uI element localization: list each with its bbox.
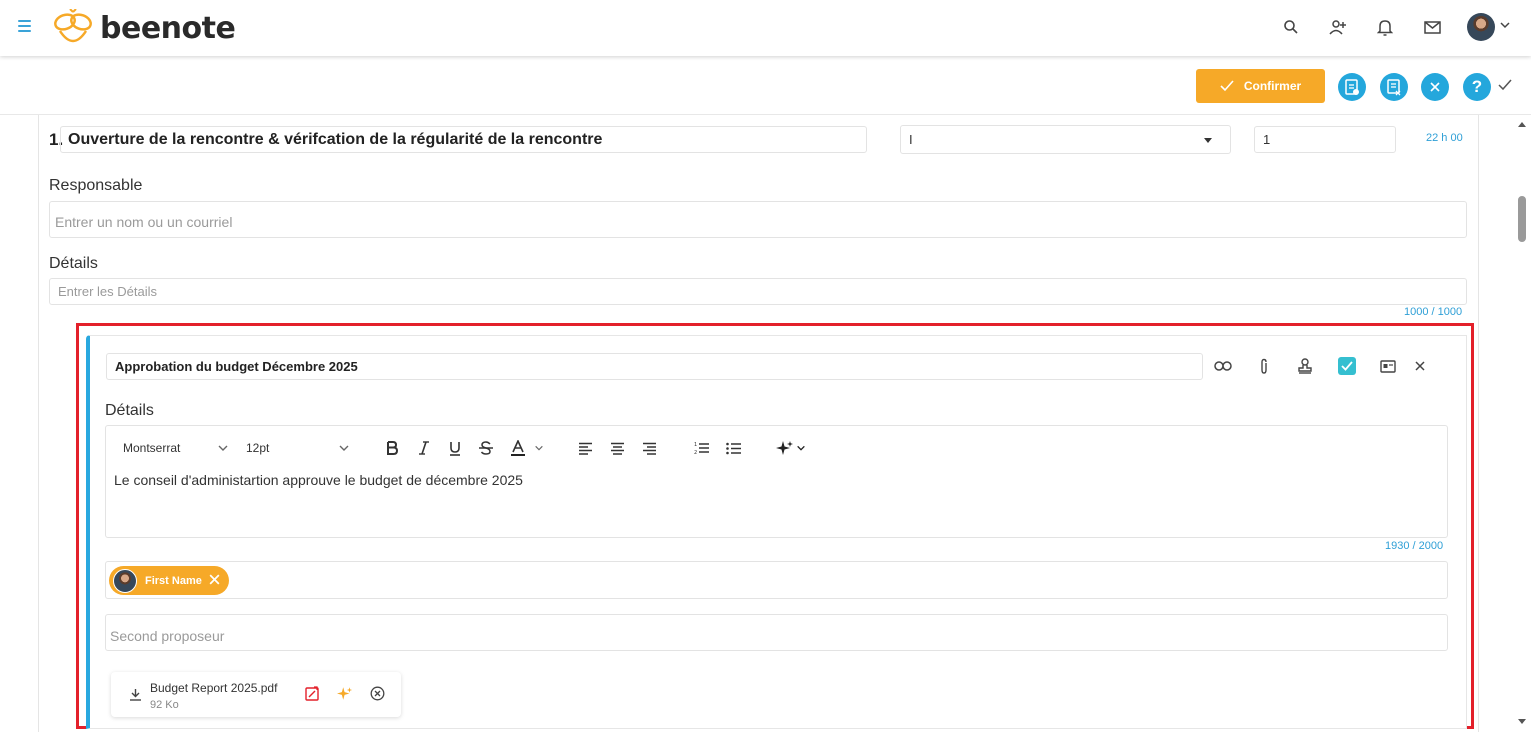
font-size-select[interactable]: 12pt	[246, 438, 352, 458]
chevron-down-icon	[535, 445, 543, 451]
font-family-value: Montserrat	[123, 441, 181, 455]
responsable-label: Responsable	[49, 177, 143, 194]
ai-sparkle-icon[interactable]	[337, 685, 353, 701]
logo-text: beenote	[100, 10, 236, 46]
bell-icon[interactable]	[1372, 14, 1398, 40]
font-family-select[interactable]: Montserrat	[123, 438, 231, 458]
align-center-icon[interactable]	[610, 438, 625, 458]
details-counter: 1000 / 1000	[1404, 306, 1463, 318]
close-button[interactable]	[1421, 73, 1449, 101]
annotate-document-icon[interactable]	[304, 685, 320, 701]
close-icon[interactable]	[1410, 356, 1430, 376]
details-input[interactable]: Entrer les Détails	[49, 278, 1467, 305]
editor-counter: 1930 / 2000	[1385, 540, 1444, 552]
font-size-value: 12pt	[246, 441, 270, 455]
attachment-name[interactable]: Budget Report 2025.pdf	[150, 681, 277, 695]
download-icon[interactable]	[127, 686, 143, 702]
proposer-input[interactable]	[105, 561, 1448, 599]
logo[interactable]: beenote	[50, 8, 236, 48]
bee-logo-icon	[54, 9, 92, 43]
scrollbar-thumb[interactable]	[1518, 196, 1526, 242]
resolution-title-input[interactable]: Approbation du budget Décembre 2025	[106, 353, 1203, 380]
stamp-icon[interactable]	[1295, 356, 1315, 376]
paperclip-icon[interactable]	[1254, 356, 1274, 376]
avatar[interactable]	[1467, 13, 1495, 41]
text-color-icon[interactable]	[510, 438, 544, 458]
chevron-down-icon[interactable]	[1499, 19, 1511, 31]
clipboard-button[interactable]	[1338, 73, 1366, 101]
add-user-icon[interactable]	[1325, 14, 1351, 40]
numbered-list-icon[interactable]: 12	[694, 438, 709, 458]
chevron-down-icon	[339, 445, 349, 451]
document-close-button[interactable]	[1380, 73, 1408, 101]
remove-attachment-icon[interactable]	[369, 685, 385, 701]
align-right-icon[interactable]	[642, 438, 657, 458]
item-type-select[interactable]: I	[900, 125, 1231, 154]
align-left-icon[interactable]	[578, 438, 593, 458]
check-icon[interactable]	[1498, 79, 1512, 91]
underline-icon[interactable]	[449, 438, 461, 458]
strikethrough-icon[interactable]	[479, 438, 493, 458]
document-close-icon	[1387, 79, 1401, 96]
chevron-down-icon	[218, 445, 228, 451]
svg-text:1: 1	[694, 442, 697, 448]
clipboard-icon	[1345, 79, 1359, 95]
confirm-button[interactable]: Confirmer	[1196, 69, 1325, 103]
help-button[interactable]: ?	[1463, 73, 1491, 101]
search-icon[interactable]	[1278, 14, 1304, 40]
resolution-details-label: Détails	[105, 402, 154, 419]
action-bar: Confirmer ?	[0, 57, 1531, 115]
link-icon[interactable]	[1213, 356, 1233, 376]
chevron-down-icon	[797, 445, 805, 451]
bold-icon[interactable]	[386, 438, 398, 458]
bullet-list-icon[interactable]	[726, 438, 741, 458]
avatar	[113, 568, 137, 593]
mail-icon[interactable]	[1419, 14, 1445, 40]
checkbox-checked-icon[interactable]	[1337, 356, 1357, 376]
remove-chip-icon[interactable]	[208, 573, 221, 586]
top-navigation-bar: beenote	[0, 0, 1531, 56]
item-time: 22 h 00	[1426, 132, 1463, 144]
check-icon	[1220, 80, 1234, 92]
responsable-input[interactable]: Entrer un nom ou un courriel	[49, 201, 1467, 238]
item-number-input[interactable]: 1	[1254, 126, 1396, 153]
menu-icon[interactable]	[18, 17, 38, 37]
second-proposer-input[interactable]: Second proposeur	[105, 614, 1448, 651]
ai-sparkle-icon[interactable]	[776, 438, 806, 458]
proposer-name: First Name	[145, 574, 202, 587]
svg-text:2: 2	[694, 450, 697, 455]
close-icon	[1430, 82, 1440, 92]
caret-down-icon[interactable]	[1204, 138, 1212, 143]
editor-content[interactable]: Le conseil d'administartion approuve le …	[114, 472, 523, 488]
italic-icon[interactable]	[419, 438, 429, 458]
attachment-size: 92 Ko	[150, 699, 179, 711]
scroll-down-icon[interactable]	[1517, 718, 1527, 726]
id-card-icon[interactable]	[1378, 356, 1398, 376]
confirm-label: Confirmer	[1243, 79, 1302, 93]
scroll-up-icon[interactable]	[1517, 120, 1527, 128]
help-icon: ?	[1471, 77, 1483, 96]
details-label: Détails	[49, 255, 98, 272]
item-title-input[interactable]: Ouverture de la rencontre & vérifcation …	[60, 126, 867, 153]
